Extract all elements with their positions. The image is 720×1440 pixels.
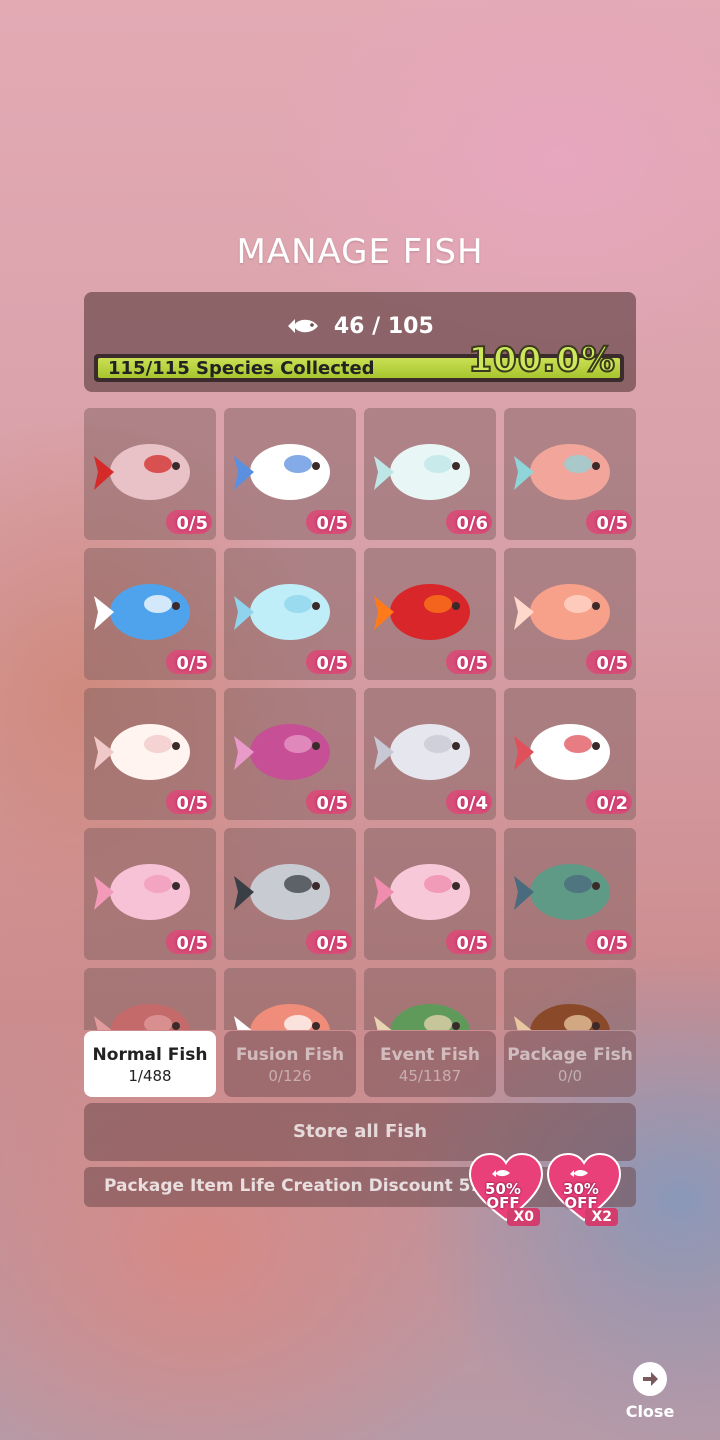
fish-count-label: 0/5 — [316, 933, 348, 954]
red-squid-icon — [234, 1004, 330, 1030]
tab-count: 45/1187 — [398, 1067, 462, 1085]
fish-tile-white-squid[interactable]: 0/5 — [84, 688, 216, 820]
fish-count-label: 0/5 — [596, 513, 628, 534]
close-button[interactable]: Close — [620, 1362, 680, 1421]
fish-count-label: 0/5 — [176, 793, 208, 814]
brown-turtle-icon — [514, 1004, 610, 1030]
page-title: MANAGE FISH — [236, 232, 484, 272]
coupon-label: 50% OFF — [468, 1182, 538, 1211]
fish-category-tabs: Normal Fish 1/488 Fusion Fish 0/126 Event Fi… — [84, 1031, 636, 1097]
fish-tile-blue-leafy-seadragon[interactable]: 0/5 — [224, 408, 356, 540]
green-turtle-icon — [374, 1004, 470, 1030]
fish-count-label: 0/5 — [456, 653, 488, 674]
tab-label: Fusion Fish — [235, 1045, 345, 1065]
tab-count: 0/126 — [268, 1067, 312, 1085]
fish-tile-magenta-squid[interactable]: 0/5 — [224, 688, 356, 820]
coupon-30-off[interactable]: 30% OFF X2 — [546, 1152, 622, 1228]
tab-count: 1/488 — [128, 1067, 172, 1085]
fish-tile-green-shark[interactable]: 0/5 — [504, 828, 636, 960]
discount-text: Package Item Life Creation Discount 51% — [104, 1176, 500, 1196]
coupon-50-off[interactable]: 50% OFF X0 — [468, 1152, 544, 1228]
fish-count-label: 0/5 — [456, 933, 488, 954]
fish-count: 46 / 105 — [84, 314, 636, 339]
red-shrimp-icon — [94, 1004, 190, 1030]
fish-tile-green-turtle[interactable] — [364, 968, 496, 1030]
fish-tile-glass-squid[interactable]: 0/5 — [224, 548, 356, 680]
fish-tile-rainbow-jellyfish[interactable]: 0/5 — [504, 408, 636, 540]
fish-count-label: 0/2 — [596, 793, 628, 814]
fish-tile-silver-fish[interactable]: 0/5 — [224, 828, 356, 960]
species-percent: 100.0% — [467, 339, 616, 381]
fish-count-label: 0/5 — [176, 933, 208, 954]
fish-tile-brown-turtle[interactable] — [504, 968, 636, 1030]
fish-count-label: 0/5 — [316, 793, 348, 814]
tab-normal-fish[interactable]: Normal Fish 1/488 — [84, 1031, 216, 1097]
tab-label: Normal Fish — [92, 1045, 208, 1065]
fish-tile-red-shrimp[interactable] — [84, 968, 216, 1030]
fish-count-label: 0/5 — [176, 513, 208, 534]
species-progress-bar: 115/115 Species Collected 100.0% — [94, 339, 624, 382]
fish-tile-blue-octopus[interactable]: 0/5 — [84, 548, 216, 680]
fish-tile-white-jellyfish[interactable]: 0/6 — [364, 408, 496, 540]
species-collected-label: 115/115 Species Collected — [108, 358, 375, 379]
coupon-label: 30% OFF — [546, 1182, 616, 1211]
arrow-right-icon — [633, 1362, 667, 1396]
fish-tile-isopod[interactable]: 0/4 — [364, 688, 496, 820]
fish-tile-pink-cuttlefish[interactable]: 0/5 — [504, 548, 636, 680]
tab-event-fish[interactable]: Event Fish 45/1187 — [364, 1031, 496, 1097]
fish-tile-pink-sea-pig[interactable]: 0/5 — [84, 828, 216, 960]
fish-tile-pink-blobfish[interactable]: 0/5 — [364, 828, 496, 960]
fish-tile-nautilus[interactable]: 0/2 — [504, 688, 636, 820]
tab-count: 0/0 — [557, 1067, 583, 1085]
fish-tile-red-squid[interactable] — [224, 968, 356, 1030]
coupon-multiplier: X2 — [585, 1208, 618, 1226]
fish-icon — [288, 319, 319, 333]
close-label: Close — [625, 1402, 675, 1421]
coupon-multiplier: X0 — [507, 1208, 540, 1226]
tab-label: Package Fish — [507, 1045, 633, 1065]
fish-tile-red-flapjack-octopus[interactable]: 0/5 — [364, 548, 496, 680]
tab-package-fish[interactable]: Package Fish 0/0 — [504, 1031, 636, 1097]
fish-grid: 0/5 0/5 0/6 0/5 0/5 0/5 0/5 0/5 0/5 0/5 0/4 0/2 0/5 0… — [84, 408, 636, 1030]
fish-count-value: 46 / 105 — [333, 314, 434, 339]
tab-label: Event Fish — [379, 1045, 481, 1065]
tab-fusion-fish[interactable]: Fusion Fish 0/126 — [224, 1031, 356, 1097]
collection-summary: 46 / 105 115/115 Species Collected 100.0… — [84, 292, 636, 392]
fish-count-label: 0/5 — [596, 653, 628, 674]
fish-tile-red-leafy-seadragon[interactable]: 0/5 — [84, 408, 216, 540]
fish-count-label: 0/5 — [316, 513, 348, 534]
fish-count-label: 0/5 — [316, 653, 348, 674]
fish-count-label: 0/6 — [456, 513, 488, 534]
fish-count-label: 0/5 — [176, 653, 208, 674]
fish-count-label: 0/5 — [596, 933, 628, 954]
fish-count-label: 0/4 — [456, 793, 488, 814]
